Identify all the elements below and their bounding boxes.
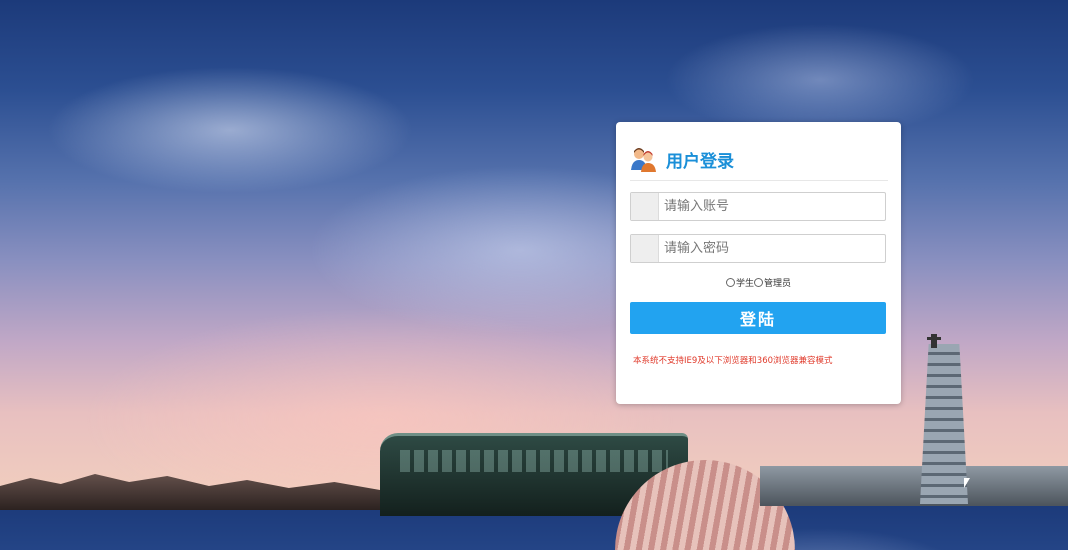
background-cross xyxy=(927,334,941,348)
radio-student[interactable] xyxy=(725,278,735,287)
password-field-addon xyxy=(631,235,659,262)
password-input[interactable] xyxy=(659,235,885,262)
browser-notice: 本系统不支持IE9及以下浏览器和360浏览器兼容模式 xyxy=(633,356,833,366)
login-header: 用户登录 xyxy=(630,142,888,181)
role-label-student: 学生 xyxy=(735,279,754,289)
role-option-student[interactable]: 学生 xyxy=(725,278,754,289)
radio-admin[interactable] xyxy=(754,278,763,287)
background-low-buildings xyxy=(760,466,1068,506)
password-field[interactable] xyxy=(630,234,886,263)
role-label-admin: 管理员 xyxy=(764,279,792,289)
account-field[interactable] xyxy=(630,192,886,221)
login-button[interactable]: 登陆 xyxy=(630,302,886,334)
background-tower xyxy=(920,344,968,504)
login-panel: 用户登录 学生管理员 登陆 本系统不支持IE9及以下浏览器和360浏览器兼容模式 xyxy=(616,122,901,404)
users-icon xyxy=(630,145,658,173)
role-radio-group: 学生 管理员 xyxy=(616,278,901,290)
role-option-admin[interactable]: 管理员 xyxy=(754,278,792,289)
account-input[interactable] xyxy=(659,193,885,220)
background-trees xyxy=(0,474,380,510)
mouse-cursor-icon xyxy=(964,478,970,488)
login-title: 用户登录 xyxy=(666,151,734,171)
account-field-addon xyxy=(631,193,659,220)
